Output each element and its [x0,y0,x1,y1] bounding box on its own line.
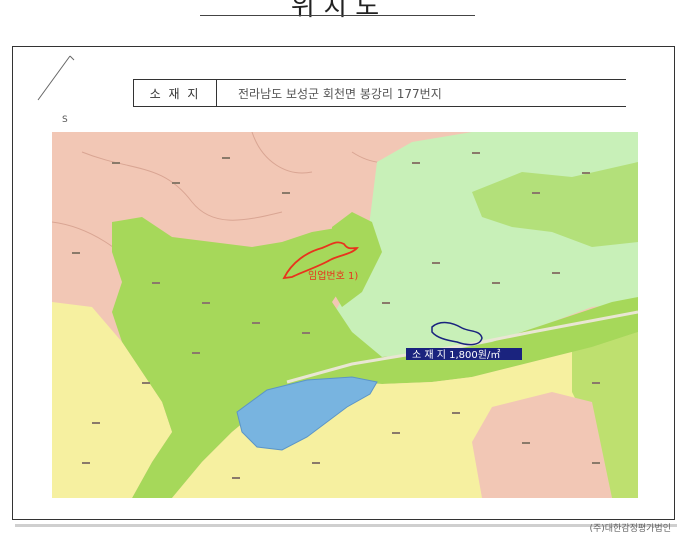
pink-patch-se [472,392,612,498]
corner-mark: S [62,115,68,125]
corner-diagonal-mark [37,55,75,101]
address-box: 소 재 지 전라남도 보성군 회천면 봉강리 177번지 [133,79,626,107]
location-map: 임업번호 1) 소 재 지 1,800원/㎡ [52,132,638,498]
footer-credit: (주)대한감정평가법인 [589,524,671,534]
page-title: 위 치 도 [290,0,380,22]
address-label: 소 재 지 [134,80,217,106]
forest-id-label: 임업번호 1) [308,269,358,282]
subject-price-label: 소 재 지 1,800원/㎡ [412,349,500,361]
title-underline [200,15,475,16]
address-value: 전라남도 보성군 회천면 봉강리 177번지 [238,86,442,101]
